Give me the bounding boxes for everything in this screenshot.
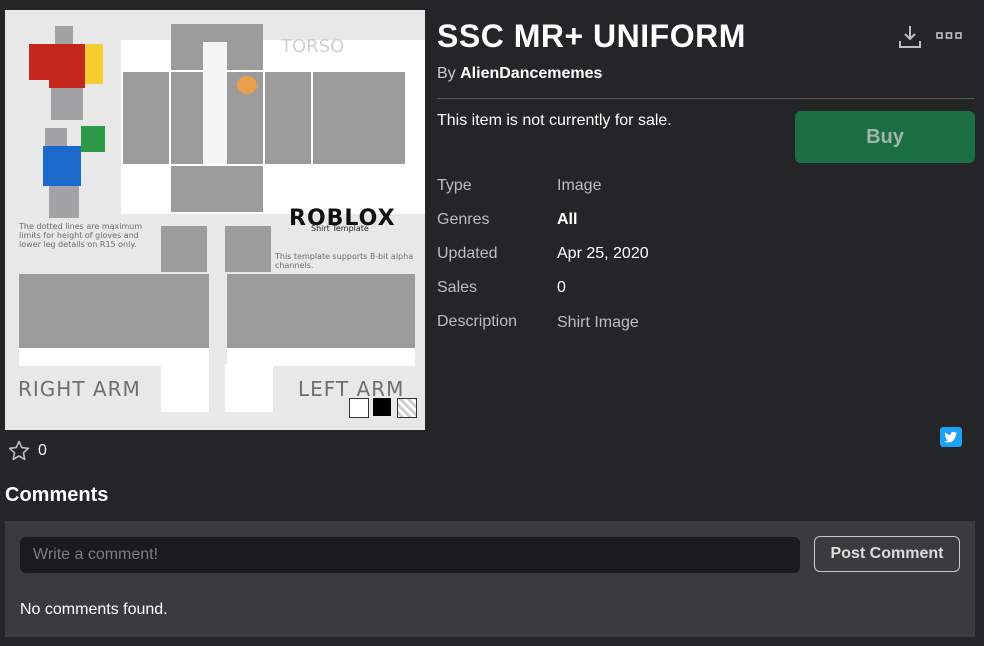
badge-image (237, 76, 257, 94)
by-prefix: By (437, 65, 456, 82)
twitter-icon (944, 431, 957, 443)
torso-bottom (171, 166, 263, 212)
buy-button[interactable]: Buy (795, 111, 975, 163)
right-arm-block (19, 274, 209, 348)
swatch-transparent (397, 398, 417, 418)
avatar2-head (45, 128, 67, 146)
avatar-arm-right (29, 44, 49, 80)
creator-link[interactable]: AlienDancememes (460, 65, 602, 82)
left-arm-block (227, 274, 415, 348)
avatar-arm-left (85, 44, 103, 84)
arm-top-left (225, 226, 271, 272)
updated-value: Apr 25, 2020 (557, 245, 649, 262)
post-comment-button[interactable]: Post Comment (814, 536, 960, 572)
template-note-left: The dotted lines are maximum limits for … (19, 222, 143, 249)
download-icon[interactable] (898, 24, 922, 50)
torso-stripe (203, 42, 227, 164)
title-divider (437, 98, 975, 99)
avatar-head (55, 26, 73, 44)
type-value: Image (557, 177, 602, 194)
swatch-black (373, 398, 391, 416)
no-comments-message: No comments found. (20, 601, 168, 618)
comments-heading: Comments (5, 484, 109, 506)
avatar2-torso (43, 146, 81, 186)
sale-status: This item is not currently for sale. (437, 112, 672, 129)
star-icon[interactable] (7, 439, 31, 463)
right-arm-bottom (161, 364, 209, 412)
template-subtitle: Shirt Template (311, 224, 369, 233)
genres-label: Genres (437, 211, 490, 228)
shirt-template-image: TORSO The dotted lines are maximum limit… (5, 10, 425, 430)
avatar2-legs (49, 186, 79, 218)
item-title: SSC MR+ UNIFORM (437, 18, 746, 54)
torso-back (313, 72, 405, 164)
favorite-count: 0 (38, 442, 47, 459)
twitter-share-button[interactable] (940, 427, 962, 447)
comments-panel: Post Comment No comments found. (5, 521, 975, 637)
type-label: Type (437, 177, 472, 194)
torso-left (265, 72, 311, 164)
swatch-white (349, 398, 369, 418)
left-arm-bottom (225, 364, 273, 412)
updated-label: Updated (437, 245, 498, 262)
genres-value[interactable]: All (557, 211, 577, 229)
sales-label: Sales (437, 279, 478, 296)
creator-line: By AlienDancememes (437, 65, 602, 83)
more-options-icon[interactable] (936, 30, 962, 42)
torso-label: TORSO (281, 36, 345, 57)
description-value: Shirt Image (557, 314, 639, 331)
avatar2-arm (81, 126, 105, 152)
right-arm-label: RIGHT ARM (18, 377, 141, 401)
description-label: Description (437, 313, 518, 330)
template-note-right: This template supports 8-bit alpha chann… (275, 252, 414, 270)
avatar-torso (49, 44, 85, 88)
comment-input[interactable] (20, 537, 800, 573)
torso-right (123, 72, 169, 164)
avatar-legs (51, 88, 83, 120)
sales-value: 0 (557, 279, 566, 296)
arm-top-right (161, 226, 207, 272)
